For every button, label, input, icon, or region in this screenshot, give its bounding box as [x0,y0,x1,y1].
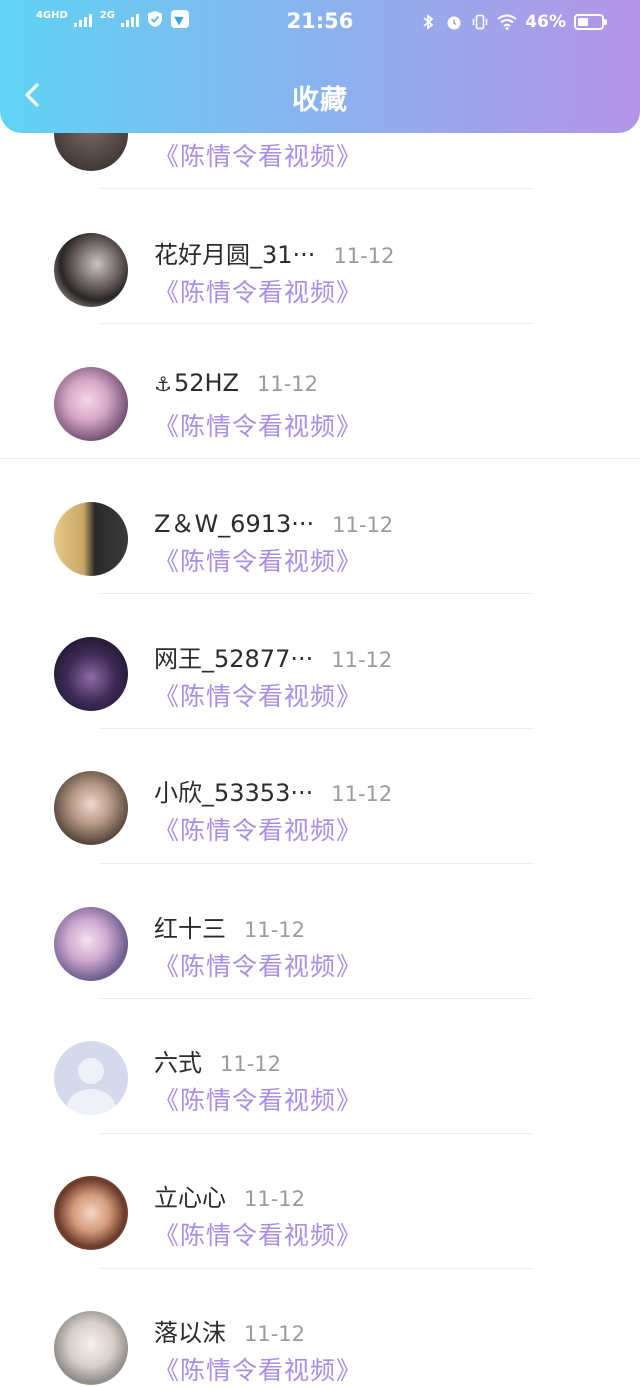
ship-icon: ⚓ [154,372,172,396]
list-item[interactable]: 立心心 11-12 《陈情令看视频》 [0,1176,640,1311]
divider [100,728,534,729]
divider [100,593,534,594]
date-label: 11-12 [244,1322,306,1346]
date-label: 11-12 [220,1052,282,1076]
avatar[interactable] [54,1041,128,1115]
status-bar: 4GHD 2G 21:56 46% [0,0,640,48]
date-label: 11-12 [244,1187,306,1211]
user-name: 花好月圆_31··· [154,241,316,269]
favorite-title[interactable]: 《陈情令看视频》 [154,1081,362,1117]
user-name: Z＆W_6913··· [154,510,315,538]
date-label: 11-12 [244,918,306,942]
divider [100,863,534,864]
battery-icon [574,14,607,30]
divider [0,458,640,459]
user-name: 六式 [154,1049,202,1077]
date-label: 11-12 [331,782,393,806]
date-label: 11-12 [331,648,393,672]
favorite-title[interactable]: 《陈情令看视频》 [154,273,362,309]
date-label: 11-12 [332,513,394,537]
favorite-title[interactable]: 《陈情令看视频》 [154,407,362,443]
favorite-title[interactable]: 《陈情令看视频》 [154,677,362,713]
avatar[interactable] [54,367,128,441]
user-name: 小欣_53353··· [154,779,314,807]
nav-bar: 收藏 [0,60,640,130]
app-header: 4GHD 2G 21:56 46% 收藏 [0,0,640,133]
favorite-title[interactable]: 《陈情令看视频》 [154,947,362,983]
favorite-title[interactable]: 《陈情令看视频》 [154,1351,362,1387]
avatar[interactable] [54,771,128,845]
vibrate-icon [472,14,488,30]
list-item[interactable]: 小欣_53353··· 11-12 《陈情令看视频》 [0,771,640,906]
avatar[interactable] [54,1311,128,1385]
list-item[interactable]: ⚓ 52HZ 11-12 《陈情令看视频》 [0,367,640,502]
favorite-title[interactable]: 《陈情令看视频》 [154,137,362,173]
list-item[interactable]: 落以沫 11-12 《陈情令看视频》 [0,1311,640,1387]
divider [100,1133,534,1134]
avatar[interactable] [54,637,128,711]
avatar[interactable] [54,907,128,981]
divider [100,323,534,324]
favorite-title[interactable]: 《陈情令看视频》 [154,542,362,578]
list-item[interactable]: 红十三 11-12 《陈情令看视频》 [0,907,640,1042]
battery-fill [578,18,588,26]
user-name: 落以沫 [154,1319,226,1347]
date-label: 11-12 [256,372,318,396]
list-item[interactable]: 六式 11-12 《陈情令看视频》 [0,1041,640,1176]
user-name: 立心心 [154,1184,226,1212]
bluetooth-icon [423,14,434,30]
divider [100,188,534,189]
battery-percent: 46% [525,12,566,32]
divider [100,998,534,999]
list-item[interactable]: 网王_52877··· 11-12 《陈情令看视频》 [0,637,640,772]
user-name: 红十三 [154,915,226,943]
list-item[interactable]: 花好月圆_31··· 11-12 《陈情令看视频》 [0,233,640,368]
default-avatar-icon [67,1058,115,1115]
date-label: 11-12 [333,244,395,268]
alarm-icon [447,16,461,30]
user-name: 52HZ [173,369,239,397]
favorite-title[interactable]: 《陈情令看视频》 [154,1216,362,1252]
page-title: 收藏 [292,85,348,116]
divider [100,1268,534,1269]
avatar[interactable] [54,233,128,307]
avatar[interactable] [54,1176,128,1250]
user-name: 网王_52877··· [154,645,314,673]
wifi-icon [497,14,517,30]
list-item[interactable]: Z＆W_6913··· 11-12 《陈情令看视频》 [0,502,640,637]
favorite-title[interactable]: 《陈情令看视频》 [154,811,362,847]
avatar[interactable] [54,502,128,576]
